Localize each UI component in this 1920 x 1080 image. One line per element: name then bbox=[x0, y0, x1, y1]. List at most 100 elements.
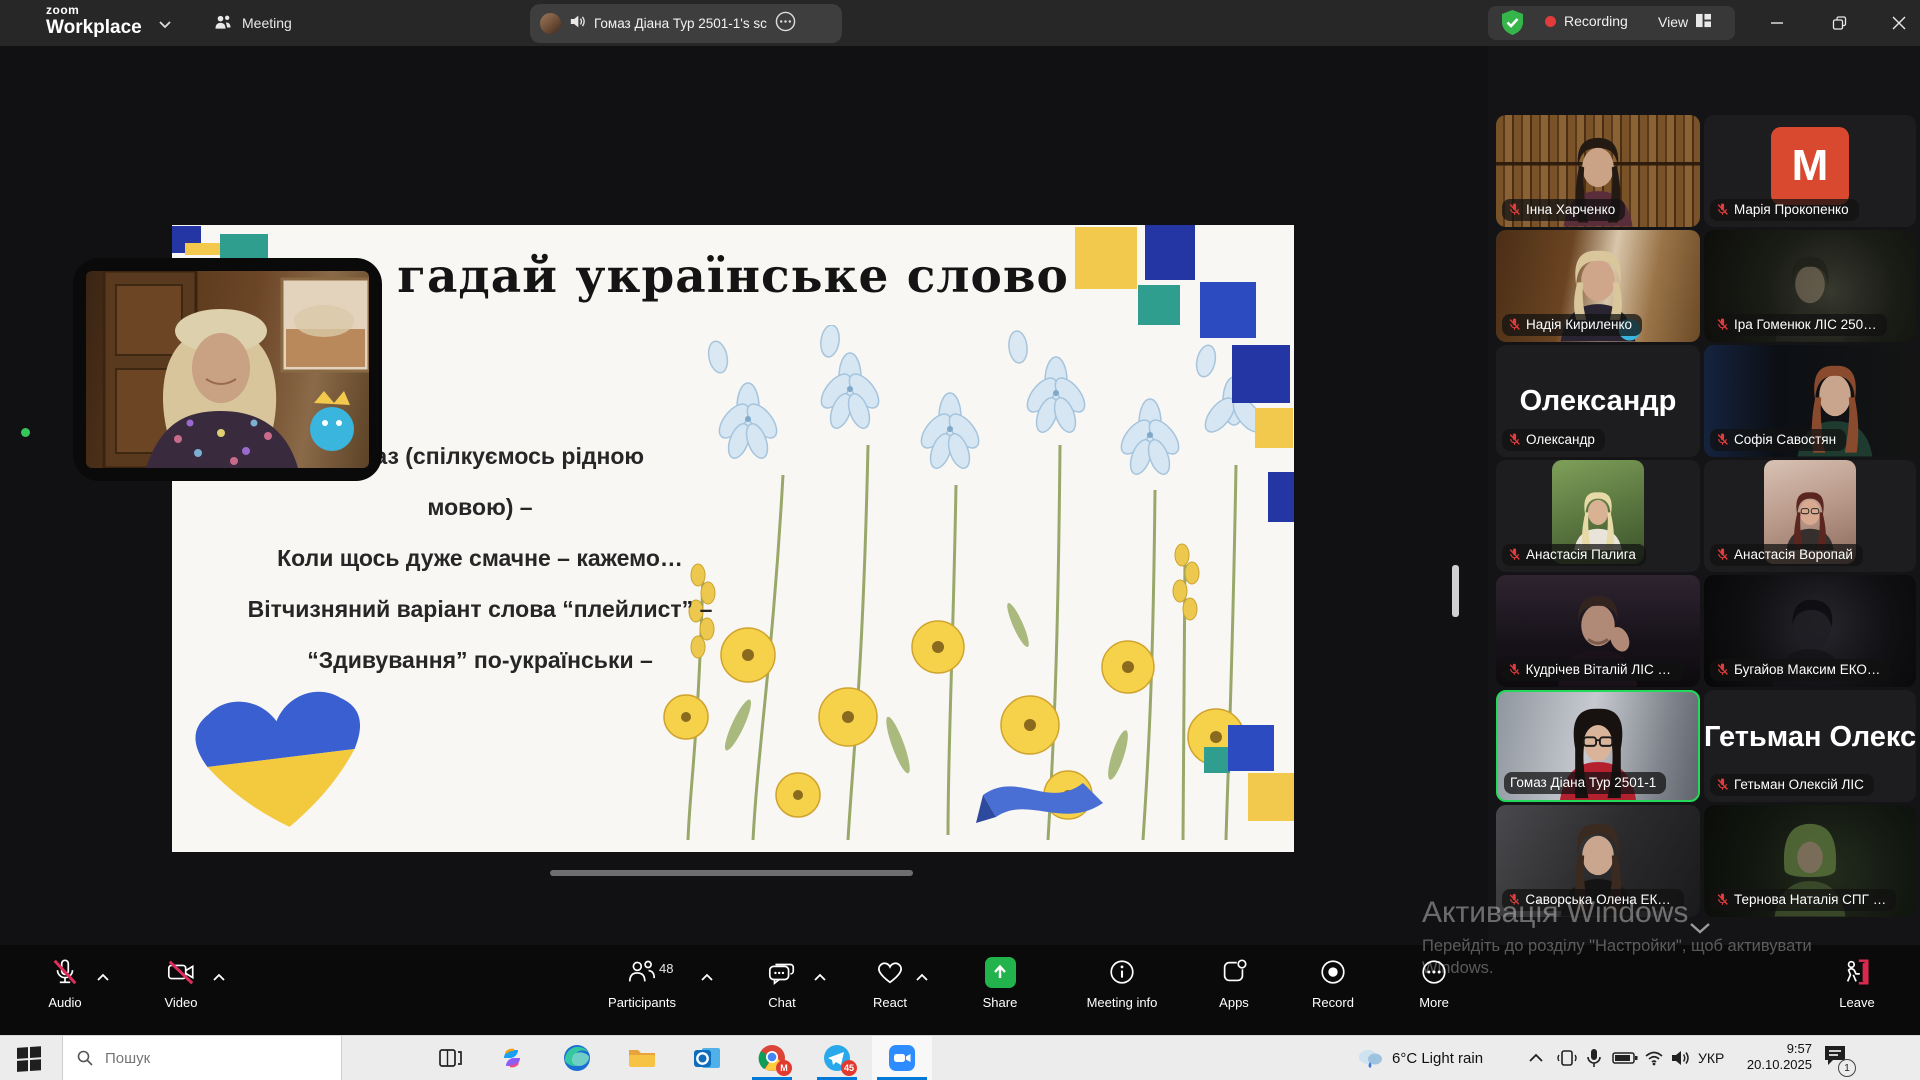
participant-tile[interactable]: Бугайов Максим ЕКО… bbox=[1704, 575, 1916, 687]
start-button[interactable] bbox=[16, 1045, 43, 1077]
task-view-button[interactable] bbox=[438, 1046, 463, 1075]
mic-muted-icon bbox=[1716, 893, 1729, 906]
zoom-workplace-logo: zoom Workplace bbox=[46, 4, 142, 37]
chat-options-chevron[interactable] bbox=[813, 969, 827, 987]
tab-shared-screen[interactable]: Гомаз Діана Тур 2501-1's sc bbox=[530, 4, 842, 43]
taskbar-explorer-button[interactable] bbox=[627, 1043, 657, 1073]
minimize-button[interactable] bbox=[1766, 12, 1788, 34]
apps-button[interactable]: Apps bbox=[1186, 955, 1282, 1010]
content-scrollbar[interactable] bbox=[1452, 565, 1459, 617]
clock[interactable]: 9:57 20.10.2025 bbox=[1740, 1041, 1812, 1073]
tray-chevron-up[interactable] bbox=[1528, 1036, 1544, 1080]
participant-tile[interactable]: Тернова Наталія СПГ … bbox=[1704, 805, 1916, 917]
taskbar-search-input[interactable] bbox=[103, 1049, 307, 1068]
green-status-dot bbox=[21, 428, 30, 437]
shared-screen-area: гадай українське слово bbox=[0, 46, 1488, 945]
workspace-chevron-down-icon[interactable] bbox=[158, 16, 172, 34]
speaker-video-overlay[interactable] bbox=[73, 258, 382, 481]
language-indicator[interactable]: УКР bbox=[1698, 1036, 1724, 1080]
mic-tray-icon[interactable] bbox=[1586, 1036, 1602, 1080]
taskbar-search[interactable] bbox=[62, 1036, 342, 1080]
participant-name: Гетьман Олексій ЛІС bbox=[1734, 777, 1864, 792]
weather-widget[interactable]: 6°C Light rain bbox=[1356, 1036, 1483, 1080]
slide-line-2: мовою) – bbox=[190, 494, 770, 524]
participant-tile[interactable]: Софія Савостян bbox=[1704, 345, 1916, 457]
participants-options-chevron[interactable] bbox=[700, 969, 714, 987]
decor-square bbox=[1232, 345, 1290, 403]
security-shield-icon[interactable] bbox=[1499, 9, 1526, 42]
participant-tile[interactable]: Саворська Олена ЕКО… bbox=[1496, 805, 1700, 917]
notification-button[interactable]: 1 bbox=[1822, 1044, 1848, 1073]
telegram-badge: 45 bbox=[841, 1060, 857, 1076]
speaker-video bbox=[86, 271, 369, 468]
participant-tile[interactable]: Надія Кириленко bbox=[1496, 230, 1700, 342]
more-button[interactable]: More bbox=[1386, 955, 1482, 1010]
participant-name: Надія Кириленко bbox=[1526, 317, 1632, 332]
more-options-icon[interactable] bbox=[775, 11, 796, 37]
taskbar-telegram-button[interactable]: 45 bbox=[822, 1043, 852, 1073]
participant-name: Тернова Наталія СПГ … bbox=[1734, 892, 1886, 907]
leave-button[interactable]: Leave bbox=[1809, 955, 1905, 1010]
decor-square bbox=[1204, 747, 1230, 773]
maximize-button[interactable] bbox=[1828, 12, 1850, 34]
participant-tile[interactable]: M Марія Прокопенко bbox=[1704, 115, 1916, 227]
recording-indicator[interactable]: Recording bbox=[1545, 13, 1628, 29]
participant-tile[interactable]: Іра Гоменюк ЛІС 250… bbox=[1704, 230, 1916, 342]
volume-icon[interactable] bbox=[1670, 1036, 1690, 1080]
participants-count: 48 bbox=[659, 961, 673, 976]
notification-count-badge: 1 bbox=[1838, 1059, 1856, 1077]
collapse-gallery-chevron-button[interactable] bbox=[1678, 916, 1722, 940]
slide-progress-line bbox=[550, 870, 913, 876]
taskbar-edge-button[interactable] bbox=[562, 1043, 592, 1073]
decor-square bbox=[1268, 472, 1294, 522]
participants-panel: Інна Харченко M Марія Прокопенко Надія К… bbox=[1488, 46, 1920, 945]
record-button[interactable]: Record bbox=[1285, 955, 1381, 1010]
participant-tile[interactable]: Інна Харченко bbox=[1496, 115, 1700, 227]
decor-square bbox=[1075, 227, 1137, 289]
shared-screen-tab-label: Гомаз Діана Тур 2501-1's sc bbox=[594, 16, 767, 31]
participants-icon bbox=[626, 955, 658, 989]
search-icon bbox=[77, 1050, 93, 1066]
taskbar-chrome-button[interactable]: M bbox=[757, 1043, 787, 1073]
mic-muted-icon bbox=[1508, 318, 1521, 331]
participant-tile[interactable]: Анастасія Воропай bbox=[1704, 460, 1916, 572]
tab-meeting[interactable]: Meeting bbox=[213, 0, 292, 46]
participant-tile[interactable]: Кудрічев Віталій ЛІС 2… bbox=[1496, 575, 1700, 687]
share-screen-icon bbox=[985, 957, 1016, 988]
audio-options-chevron[interactable] bbox=[96, 969, 110, 987]
meeting-info-button[interactable]: Meeting info bbox=[1067, 955, 1177, 1010]
participant-name: Марія Прокопенко bbox=[1734, 202, 1849, 217]
people-icon bbox=[213, 13, 233, 34]
mic-muted-icon bbox=[1508, 433, 1521, 446]
slide-body-text: о зараз (спілкуємось рідною мовою) – Кол… bbox=[190, 443, 770, 698]
time: 9:57 bbox=[1740, 1041, 1812, 1057]
close-button[interactable] bbox=[1888, 12, 1910, 34]
info-icon bbox=[1107, 955, 1137, 989]
participant-tile[interactable]: Олександр Олександр bbox=[1496, 345, 1700, 457]
zoom-meeting-window: zoom Workplace Meeting Гомаз Діана Тур 2… bbox=[0, 0, 1920, 1080]
weather-label: 6°C Light rain bbox=[1392, 1050, 1483, 1067]
taskbar-outlook-button[interactable] bbox=[692, 1043, 722, 1073]
video-options-chevron[interactable] bbox=[212, 969, 226, 987]
participants-button[interactable]: Participants 48 bbox=[587, 955, 697, 1010]
wifi-icon[interactable] bbox=[1644, 1036, 1664, 1080]
participant-tile[interactable]: Анастасія Палига bbox=[1496, 460, 1700, 572]
participant-tile-active-speaker[interactable]: Гомаз Діана Тур 2501-1 bbox=[1496, 690, 1700, 802]
mic-muted-icon bbox=[1508, 203, 1521, 216]
react-options-chevron[interactable] bbox=[915, 969, 929, 987]
recording-label: Recording bbox=[1564, 13, 1628, 29]
view-button[interactable]: View bbox=[1658, 13, 1712, 31]
battery-icon[interactable] bbox=[1612, 1036, 1638, 1080]
device-icon[interactable] bbox=[1556, 1036, 1578, 1080]
share-button[interactable]: Share bbox=[952, 955, 1048, 1010]
taskbar-copilot-button[interactable] bbox=[497, 1043, 527, 1073]
taskbar-zoom-button[interactable] bbox=[887, 1043, 917, 1073]
decor-square bbox=[1145, 225, 1195, 280]
participant-name: Кудрічев Віталій ЛІС 2… bbox=[1526, 662, 1674, 677]
leave-icon bbox=[1841, 955, 1873, 989]
apps-icon bbox=[1219, 955, 1249, 989]
mic-muted-icon bbox=[1716, 203, 1729, 216]
participant-tile[interactable]: Гетьман Олексі… Гетьман Олексій ЛІС bbox=[1704, 690, 1916, 802]
title-bar: zoom Workplace Meeting Гомаз Діана Тур 2… bbox=[0, 0, 1920, 46]
mic-muted-icon bbox=[1716, 318, 1729, 331]
